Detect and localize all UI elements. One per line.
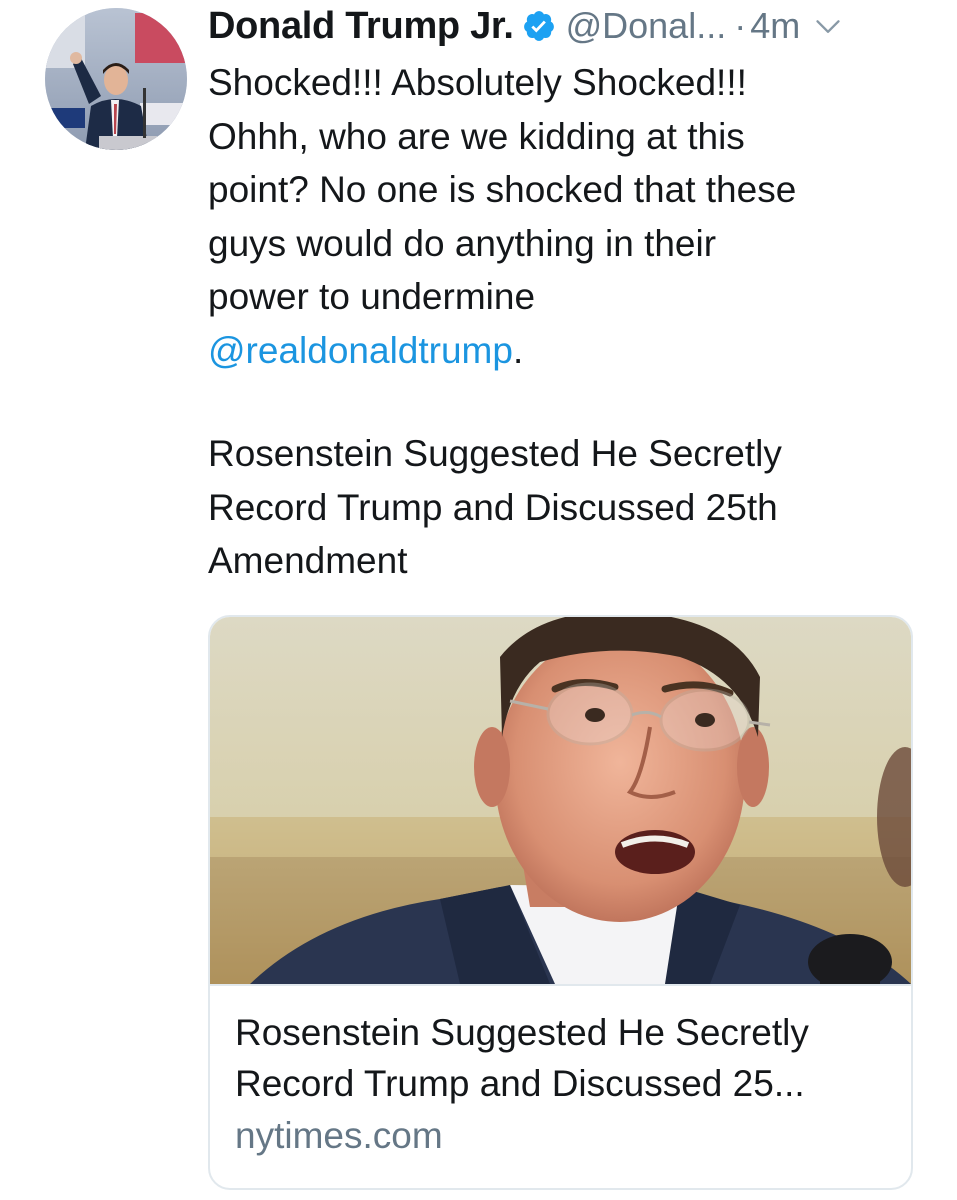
tweet-timestamp[interactable]: 4m [750,5,800,47]
avatar[interactable] [45,8,187,150]
mention-link[interactable]: @realdonaldtrump [208,330,513,371]
tweet-headline-line: Rosenstein Suggested He Secretly [208,433,782,474]
tweet-text-line: point? No one is shocked that these [208,169,797,210]
author-handle[interactable]: @Donal... [566,5,727,47]
author-display-name[interactable]: Donald Trump Jr. [208,5,514,48]
tweet-text: Shocked!!! Absolutely Shocked!!! Ohhh, w… [208,56,908,377]
card-image[interactable] [210,617,911,986]
separator-dot: · [734,5,747,46]
chevron-down-icon[interactable] [814,12,842,40]
tweet-text-line: guys would do anything in their [208,222,717,264]
card-title-line: Record Trump and Discussed 25... [235,1063,805,1104]
tweet[interactable]: Donald Trump Jr. @Donal... · 4m Shocked!… [0,0,957,1200]
verified-badge-icon [523,11,554,41]
link-card[interactable]: Rosenstein Suggested He Secretly Record … [208,615,913,1190]
tweet-text-line: Shocked!!! Absolutely Shocked!!! [208,62,747,103]
tweet-text-line: Ohhh, who are we kidding at this [208,115,745,157]
tweet-header: Donald Trump Jr. @Donal... · 4m [208,0,928,52]
tweet-headline-text: Rosenstein Suggested He Secretly Record … [208,427,908,588]
card-title-line: Rosenstein Suggested He Secretly [235,1012,809,1053]
tweet-text-line: @realdonaldtrump. [208,324,908,378]
tweet-text-line: power to undermine [208,276,536,317]
tweet-headline-line: Record Trump and Discussed 25th [208,486,778,528]
avatar-photo [45,8,187,150]
article-photo [210,617,911,984]
card-domain: nytimes.com [235,1115,443,1156]
tweet-headline-line: Amendment [208,540,408,581]
card-title[interactable]: Rosenstein Suggested He Secretly Record … [235,1007,895,1109]
mention-suffix: . [512,329,524,371]
